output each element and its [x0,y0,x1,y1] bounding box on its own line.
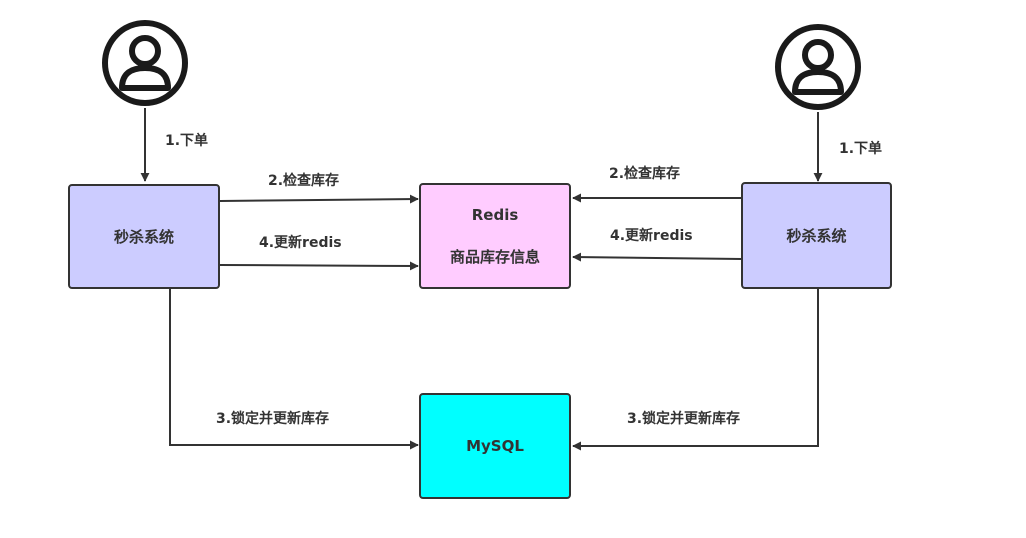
edge-label-right-update-redis: 4.更新redis [610,228,693,244]
user-avatar-icon [102,20,188,106]
seckill-system-left: 秒杀系统 [68,184,220,289]
mysql-node: MySQL [419,393,571,499]
user-avatar-icon [775,24,861,110]
edge-label-left-update-redis: 4.更新redis [259,235,342,251]
redis-title: Redis [471,205,519,224]
node-label: 秒杀系统 [113,228,174,246]
edge-label-right-order: 1.下单 [839,141,883,157]
redis-node: Redis 商品库存信息 [419,183,571,289]
seckill-system-right: 秒杀系统 [741,182,892,289]
edge-label-left-order: 1.下单 [165,133,209,149]
edge-left-check [219,194,419,204]
edge-left-update-redis [219,261,419,271]
edge-label-left-lock-mysql: 3.锁定并更新库存 [216,411,330,427]
node-label: 秒杀系统 [786,227,847,245]
edge-label-right-lock-mysql: 3.锁定并更新库存 [627,411,741,427]
edge-label-right-check: 2.检查库存 [609,166,681,182]
edge-right-update-redis [572,252,743,262]
redis-subtitle: 商品库存信息 [449,247,540,266]
node-label: MySQL [466,437,524,455]
flow-diagram: 秒杀系统 秒杀系统 Redis 商品库存信息 MySQL 1.下单 1.下单 2… [0,0,1026,538]
edge-label-left-check: 2.检查库存 [268,173,340,189]
